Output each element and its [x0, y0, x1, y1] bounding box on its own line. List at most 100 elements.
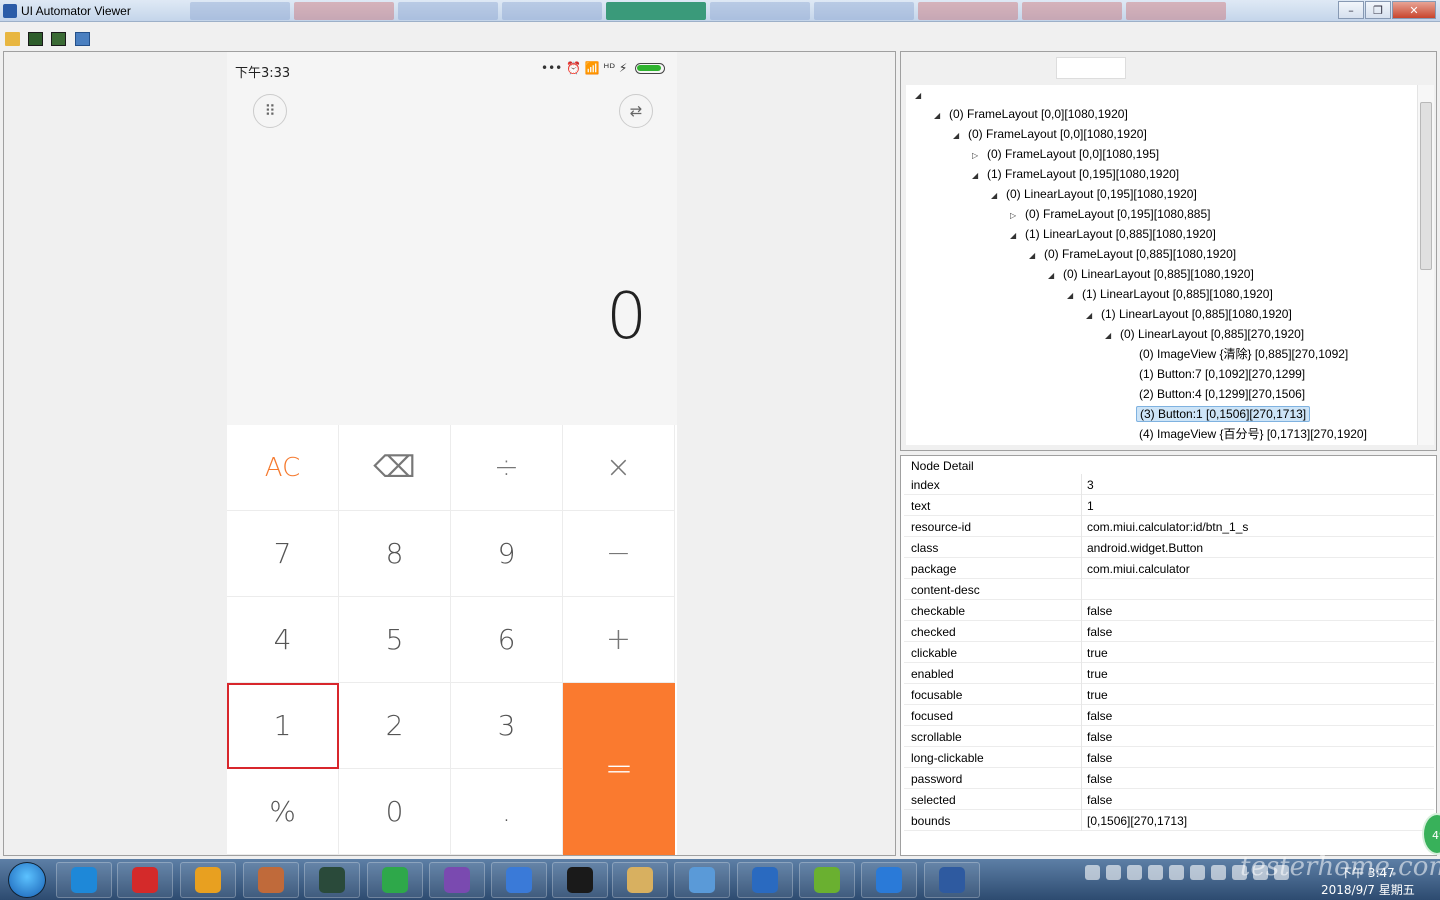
detail-value[interactable]: false — [1087, 709, 1112, 723]
save-icon[interactable] — [75, 32, 90, 46]
tree-node-label[interactable]: (0) LinearLayout [0,195][1080,1920] — [1003, 187, 1200, 201]
equals-button[interactable]: = — [563, 683, 675, 855]
tree-node[interactable]: ▷ (0) FrameLayout [0,0][1080,195] — [972, 145, 1162, 163]
detail-value[interactable]: 3 — [1087, 478, 1094, 492]
detail-row[interactable]: checked false — [904, 621, 1434, 642]
digit-3-button[interactable]: 3 — [451, 683, 563, 769]
tree-expand-icon[interactable]: ◢ — [915, 87, 927, 105]
tree-expand-icon[interactable]: ◢ — [1029, 247, 1041, 265]
taskbar-notepad[interactable] — [737, 862, 793, 898]
tree-scrollbar-thumb[interactable] — [1420, 102, 1432, 270]
detail-row[interactable]: long-clickable false — [904, 747, 1434, 768]
tree-node-label[interactable]: (0) FrameLayout [0,0][1080,1920] — [946, 107, 1131, 121]
grid-menu-icon[interactable]: ⠿ — [253, 94, 287, 128]
hierarchy-tree[interactable]: ◢ ◢ (0) FrameLayout [0,0][1080,1920] ◢ (0)… — [906, 85, 1417, 445]
maximize-button[interactable]: ❐ — [1365, 1, 1391, 19]
device-screenshot-compressed-icon[interactable] — [51, 32, 66, 46]
tray-icon[interactable] — [1127, 865, 1142, 880]
detail-value[interactable]: [0,1506][270,1713] — [1087, 814, 1187, 828]
tree-node[interactable]: ◢ (1) LinearLayout [0,885][1080,1920] — [1010, 225, 1219, 243]
detail-value[interactable]: android.widget.Button — [1087, 541, 1203, 555]
tree-expand-icon[interactable]: ◢ — [972, 167, 984, 185]
taskbar-cmd[interactable] — [612, 862, 668, 898]
clear-button[interactable]: AC — [227, 425, 339, 511]
plus-button[interactable]: + — [563, 597, 675, 683]
taskbar-app-4[interactable] — [799, 862, 855, 898]
detail-row[interactable]: checkable false — [904, 600, 1434, 621]
detail-row[interactable]: bounds [0,1506][270,1713] — [904, 810, 1434, 831]
detail-row[interactable]: selected false — [904, 789, 1434, 810]
backspace-button[interactable]: ⌫ — [339, 425, 451, 511]
detail-value[interactable]: false — [1087, 751, 1112, 765]
tree-expand-icon[interactable]: ▷ — [1010, 207, 1022, 225]
detail-value[interactable]: true — [1087, 667, 1108, 681]
tree-node-label[interactable]: (0) LinearLayout [0,885][1080,1920] — [1060, 267, 1257, 281]
tree-expand-icon[interactable]: ◢ — [953, 127, 965, 145]
tree-node[interactable]: ◢ (0) LinearLayout [0,885][1080,1920] — [1048, 265, 1257, 283]
detail-row[interactable]: enabled true — [904, 663, 1434, 684]
phone-screen[interactable]: 下午3:33 ••• ⏰ 📶 ᴴᴰ ⚡ ⠿ ⇄ 0 AC ⌫ ÷ × 7 8 9… — [227, 52, 677, 855]
detail-value[interactable]: false — [1087, 772, 1112, 786]
tree-expand-icon[interactable]: ▷ — [972, 147, 984, 165]
multiply-button[interactable]: × — [563, 425, 675, 511]
tree-node-label[interactable]: (2) Button:4 [0,1299][270,1506] — [1136, 387, 1308, 401]
taskbar-app-1[interactable] — [56, 862, 112, 898]
tray-icon[interactable] — [1169, 865, 1184, 880]
digit-5-button[interactable]: 5 — [339, 597, 451, 683]
taskbar-uiautomatorviewer[interactable] — [924, 862, 980, 898]
tree-expand-icon[interactable]: ◢ — [1067, 287, 1079, 305]
detail-value[interactable]: com.miui.calculator — [1087, 562, 1190, 576]
digit-6-button[interactable]: 6 — [451, 597, 563, 683]
digit-2-button[interactable]: 2 — [339, 683, 451, 769]
divide-button[interactable]: ÷ — [451, 425, 563, 511]
decimal-button[interactable]: . — [451, 769, 563, 855]
tree-node[interactable]: ◢ (1) FrameLayout [0,195][1080,1920] — [972, 165, 1182, 183]
detail-value[interactable]: com.miui.calculator:id/btn_1_s — [1087, 520, 1248, 534]
tray-icon[interactable] — [1085, 865, 1100, 880]
taskbar-nox[interactable] — [367, 862, 423, 898]
detail-value[interactable]: false — [1087, 604, 1112, 618]
detail-row[interactable]: clickable true — [904, 642, 1434, 663]
taskbar-java-ee-ide[interactable] — [491, 862, 547, 898]
tree-root-row[interactable]: ◢ — [915, 85, 927, 103]
percent-button[interactable]: % — [227, 769, 339, 855]
tree-node[interactable]: ▷ (0) FrameLayout [0,195][1080,885] — [1010, 205, 1213, 223]
tree-expand-icon[interactable]: ◢ — [1048, 267, 1060, 285]
taskbar-youdao[interactable] — [180, 862, 236, 898]
tree-node-label[interactable]: (0) LinearLayout [0,885][270,1920] — [1117, 327, 1307, 341]
tree-node[interactable]: (2) Button:4 [0,1299][270,1506] — [1124, 385, 1308, 403]
tree-expand-icon[interactable]: ◢ — [1010, 227, 1022, 245]
detail-value[interactable]: false — [1087, 625, 1112, 639]
detail-value[interactable]: true — [1087, 688, 1108, 702]
tree-node[interactable]: (4) ImageView {百分号} [0,1713][270,1920] — [1124, 425, 1370, 443]
start-button[interactable] — [8, 862, 46, 898]
tree-node-label[interactable]: (1) LinearLayout [0,885][1080,1920] — [1098, 307, 1295, 321]
digit-7-button[interactable]: 7 — [227, 511, 339, 597]
detail-value[interactable]: false — [1087, 793, 1112, 807]
taskbar-explorer[interactable] — [674, 862, 730, 898]
minus-button[interactable]: − — [563, 511, 675, 597]
tree-node[interactable]: ◢ (0) FrameLayout [0,885][1080,1920] — [1029, 245, 1239, 263]
tree-node[interactable]: (1) Button:7 [0,1092][270,1299] — [1124, 365, 1308, 383]
tree-node-label[interactable]: (0) ImageView {清除} [0,885][270,1092] — [1136, 347, 1351, 361]
switch-mode-icon[interactable]: ⇄ — [619, 94, 653, 128]
detail-row[interactable]: class android.widget.Button — [904, 537, 1434, 558]
device-screenshot-pane[interactable]: 下午3:33 ••• ⏰ 📶 ᴴᴰ ⚡ ⠿ ⇄ 0 AC ⌫ ÷ × 7 8 9… — [3, 51, 896, 856]
detail-row[interactable]: content-desc — [904, 579, 1434, 600]
digit-8-button[interactable]: 8 — [339, 511, 451, 597]
digit-0-button[interactable]: 0 — [339, 769, 451, 855]
minimize-button[interactable]: – — [1338, 1, 1364, 19]
digit-9-button[interactable]: 9 — [451, 511, 563, 597]
tree-node[interactable]: ◢ (1) LinearLayout [0,885][1080,1920] — [1086, 305, 1295, 323]
detail-row[interactable]: resource-id com.miui.calculator:id/btn_1_… — [904, 516, 1434, 537]
taskbar-app-5[interactable] — [861, 862, 917, 898]
detail-row[interactable]: text 1 — [904, 495, 1434, 516]
tray-icon[interactable] — [1211, 865, 1226, 880]
tree-node[interactable]: (0) ImageView {清除} [0,885][270,1092] — [1124, 345, 1351, 363]
taskbar-app-3[interactable] — [552, 862, 608, 898]
digit-4-button[interactable]: 4 — [227, 597, 339, 683]
tray-icon[interactable] — [1106, 865, 1121, 880]
tree-node-label[interactable]: (0) FrameLayout [0,195][1080,885] — [1022, 207, 1213, 221]
detail-value[interactable]: 1 — [1087, 499, 1094, 513]
tree-node[interactable]: ◢ (0) LinearLayout [0,885][270,1920] — [1105, 325, 1307, 343]
